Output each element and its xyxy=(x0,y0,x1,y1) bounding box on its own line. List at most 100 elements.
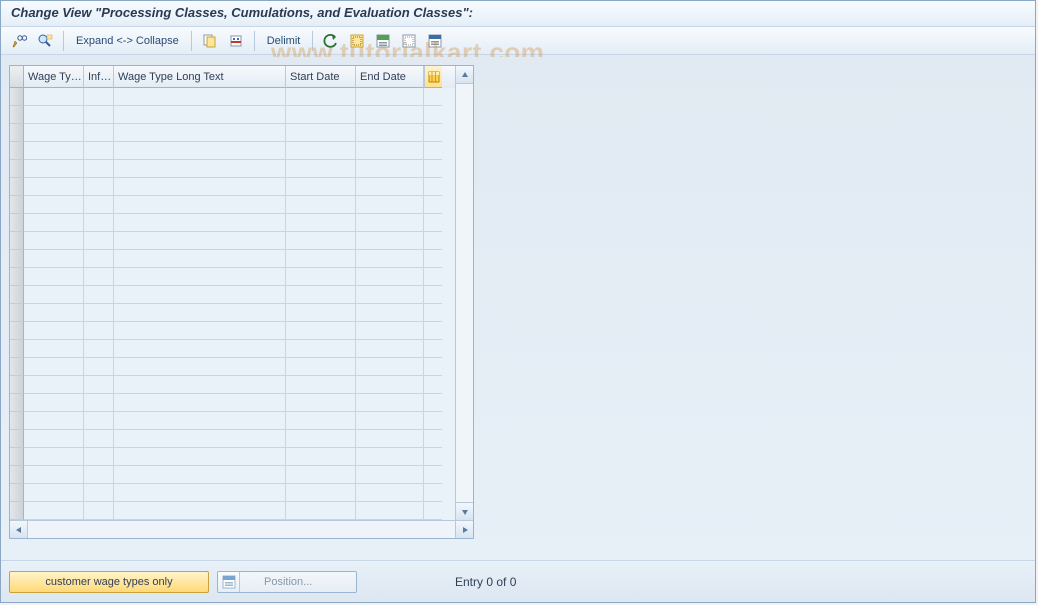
cell-inf[interactable] xyxy=(84,214,114,232)
cell-inf[interactable] xyxy=(84,376,114,394)
cell-start[interactable] xyxy=(286,502,356,520)
cell-wage_type[interactable] xyxy=(24,286,84,304)
cell-end[interactable] xyxy=(356,268,424,286)
cell-wage_type[interactable] xyxy=(24,106,84,124)
cell-start[interactable] xyxy=(286,268,356,286)
cell-inf[interactable] xyxy=(84,502,114,520)
cell-end[interactable] xyxy=(356,106,424,124)
cell-long_text[interactable] xyxy=(114,214,286,232)
cell-inf[interactable] xyxy=(84,448,114,466)
row-selector[interactable] xyxy=(10,358,24,376)
row-selector[interactable] xyxy=(10,376,24,394)
cell-start[interactable] xyxy=(286,466,356,484)
cell-wage_type[interactable] xyxy=(24,124,84,142)
cell-long_text[interactable] xyxy=(114,142,286,160)
row-selector[interactable] xyxy=(10,160,24,178)
cell-inf[interactable] xyxy=(84,484,114,502)
cell-wage_type[interactable] xyxy=(24,178,84,196)
row-selector[interactable] xyxy=(10,304,24,322)
cell-long_text[interactable] xyxy=(114,196,286,214)
cell-inf[interactable] xyxy=(84,196,114,214)
cell-start[interactable] xyxy=(286,142,356,160)
cell-wage_type[interactable] xyxy=(24,466,84,484)
vertical-scrollbar[interactable] xyxy=(455,66,473,520)
cell-long_text[interactable] xyxy=(114,178,286,196)
cell-wage_type[interactable] xyxy=(24,322,84,340)
cell-wage_type[interactable] xyxy=(24,484,84,502)
cell-end[interactable] xyxy=(356,160,424,178)
cell-wage_type[interactable] xyxy=(24,88,84,106)
undo-button[interactable] xyxy=(319,31,343,51)
col-header-wage-type[interactable]: Wage Ty… xyxy=(24,66,84,88)
delimit-button[interactable]: Delimit xyxy=(261,31,307,51)
cell-wage_type[interactable] xyxy=(24,394,84,412)
row-selector[interactable] xyxy=(10,340,24,358)
cell-long_text[interactable] xyxy=(114,268,286,286)
row-selector[interactable] xyxy=(10,412,24,430)
cell-start[interactable] xyxy=(286,214,356,232)
cell-inf[interactable] xyxy=(84,430,114,448)
cell-start[interactable] xyxy=(286,250,356,268)
col-header-end-date[interactable]: End Date xyxy=(356,66,424,88)
cell-inf[interactable] xyxy=(84,304,114,322)
cell-start[interactable] xyxy=(286,88,356,106)
row-selector[interactable] xyxy=(10,286,24,304)
cell-long_text[interactable] xyxy=(114,466,286,484)
row-selector[interactable] xyxy=(10,430,24,448)
cell-start[interactable] xyxy=(286,286,356,304)
cell-end[interactable] xyxy=(356,484,424,502)
cell-inf[interactable] xyxy=(84,394,114,412)
cell-wage_type[interactable] xyxy=(24,376,84,394)
cell-end[interactable] xyxy=(356,88,424,106)
row-selector[interactable] xyxy=(10,394,24,412)
cell-wage_type[interactable] xyxy=(24,268,84,286)
cell-inf[interactable] xyxy=(84,178,114,196)
cell-inf[interactable] xyxy=(84,124,114,142)
cell-wage_type[interactable] xyxy=(24,448,84,466)
col-header-start-date[interactable]: Start Date xyxy=(286,66,356,88)
cell-long_text[interactable] xyxy=(114,322,286,340)
cell-long_text[interactable] xyxy=(114,358,286,376)
row-selector[interactable] xyxy=(10,466,24,484)
row-selector[interactable] xyxy=(10,322,24,340)
cell-end[interactable] xyxy=(356,376,424,394)
copy-button[interactable] xyxy=(198,31,222,51)
delete-button[interactable] xyxy=(224,31,248,51)
cell-start[interactable] xyxy=(286,196,356,214)
cell-start[interactable] xyxy=(286,304,356,322)
cell-inf[interactable] xyxy=(84,466,114,484)
cell-end[interactable] xyxy=(356,448,424,466)
cell-wage_type[interactable] xyxy=(24,358,84,376)
cell-start[interactable] xyxy=(286,376,356,394)
cell-long_text[interactable] xyxy=(114,484,286,502)
cell-start[interactable] xyxy=(286,178,356,196)
cell-wage_type[interactable] xyxy=(24,412,84,430)
cell-end[interactable] xyxy=(356,340,424,358)
cell-start[interactable] xyxy=(286,358,356,376)
cell-start[interactable] xyxy=(286,124,356,142)
cell-end[interactable] xyxy=(356,394,424,412)
row-selector[interactable] xyxy=(10,142,24,160)
deselect-all-button[interactable] xyxy=(397,31,421,51)
scroll-left-button[interactable] xyxy=(10,521,28,538)
row-selector[interactable] xyxy=(10,268,24,286)
select-all-button[interactable] xyxy=(345,31,369,51)
cell-end[interactable] xyxy=(356,232,424,250)
cell-wage_type[interactable] xyxy=(24,340,84,358)
cell-inf[interactable] xyxy=(84,358,114,376)
row-selector[interactable] xyxy=(10,106,24,124)
cell-wage_type[interactable] xyxy=(24,430,84,448)
cell-start[interactable] xyxy=(286,160,356,178)
cell-end[interactable] xyxy=(356,304,424,322)
customer-wage-types-button[interactable]: customer wage types only xyxy=(9,571,209,593)
cell-wage_type[interactable] xyxy=(24,214,84,232)
cell-long_text[interactable] xyxy=(114,412,286,430)
cell-start[interactable] xyxy=(286,412,356,430)
cell-end[interactable] xyxy=(356,214,424,232)
cell-start[interactable] xyxy=(286,322,356,340)
row-selector[interactable] xyxy=(10,88,24,106)
scroll-track[interactable] xyxy=(456,84,473,502)
row-selector[interactable] xyxy=(10,178,24,196)
horizontal-scrollbar[interactable] xyxy=(10,520,473,538)
cell-wage_type[interactable] xyxy=(24,250,84,268)
